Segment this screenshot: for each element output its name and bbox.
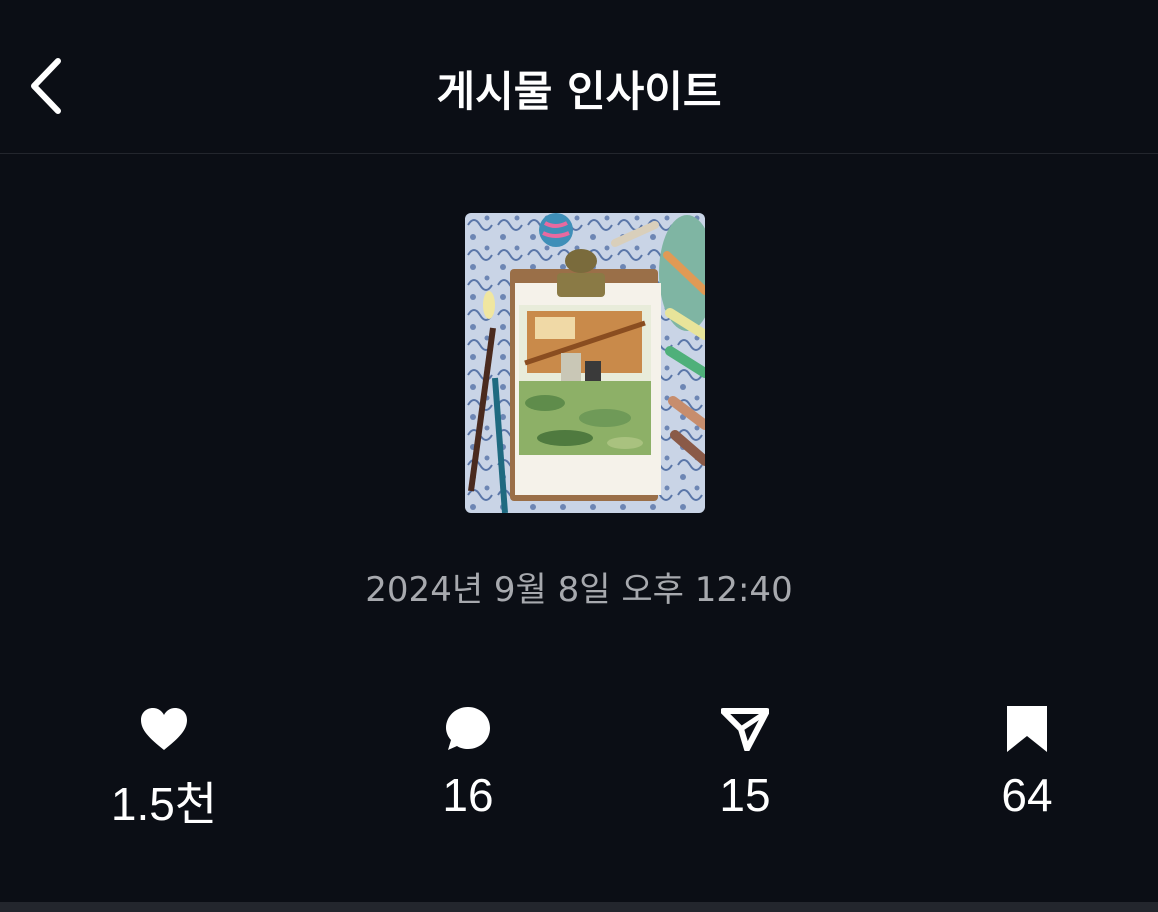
shares-count: 15 xyxy=(719,769,771,821)
post-thumbnail-image xyxy=(465,213,705,513)
bottom-divider xyxy=(0,902,1158,912)
stat-saves: 64 xyxy=(927,700,1127,822)
post-insights-screen: 게시물 인사이트 2024년 9월 8일 오후 12:40 1.5천 16 15… xyxy=(0,0,1158,912)
saves-count: 64 xyxy=(1001,769,1053,821)
post-thumbnail[interactable] xyxy=(465,213,705,513)
page-title: 게시물 인사이트 xyxy=(436,67,722,116)
stat-shares: 15 xyxy=(645,700,845,822)
heart-icon xyxy=(64,700,264,758)
comment-icon xyxy=(368,700,568,758)
post-timestamp: 2024년 9월 8일 오후 12:40 xyxy=(365,570,793,610)
stat-comments: 16 xyxy=(368,700,568,822)
header-bar: 게시물 인사이트 xyxy=(0,0,1158,154)
comments-count: 16 xyxy=(442,769,494,821)
bookmark-icon xyxy=(927,700,1127,758)
send-icon xyxy=(645,700,845,758)
stat-likes: 1.5천 xyxy=(64,700,264,834)
likes-count: 1.5천 xyxy=(110,778,218,830)
